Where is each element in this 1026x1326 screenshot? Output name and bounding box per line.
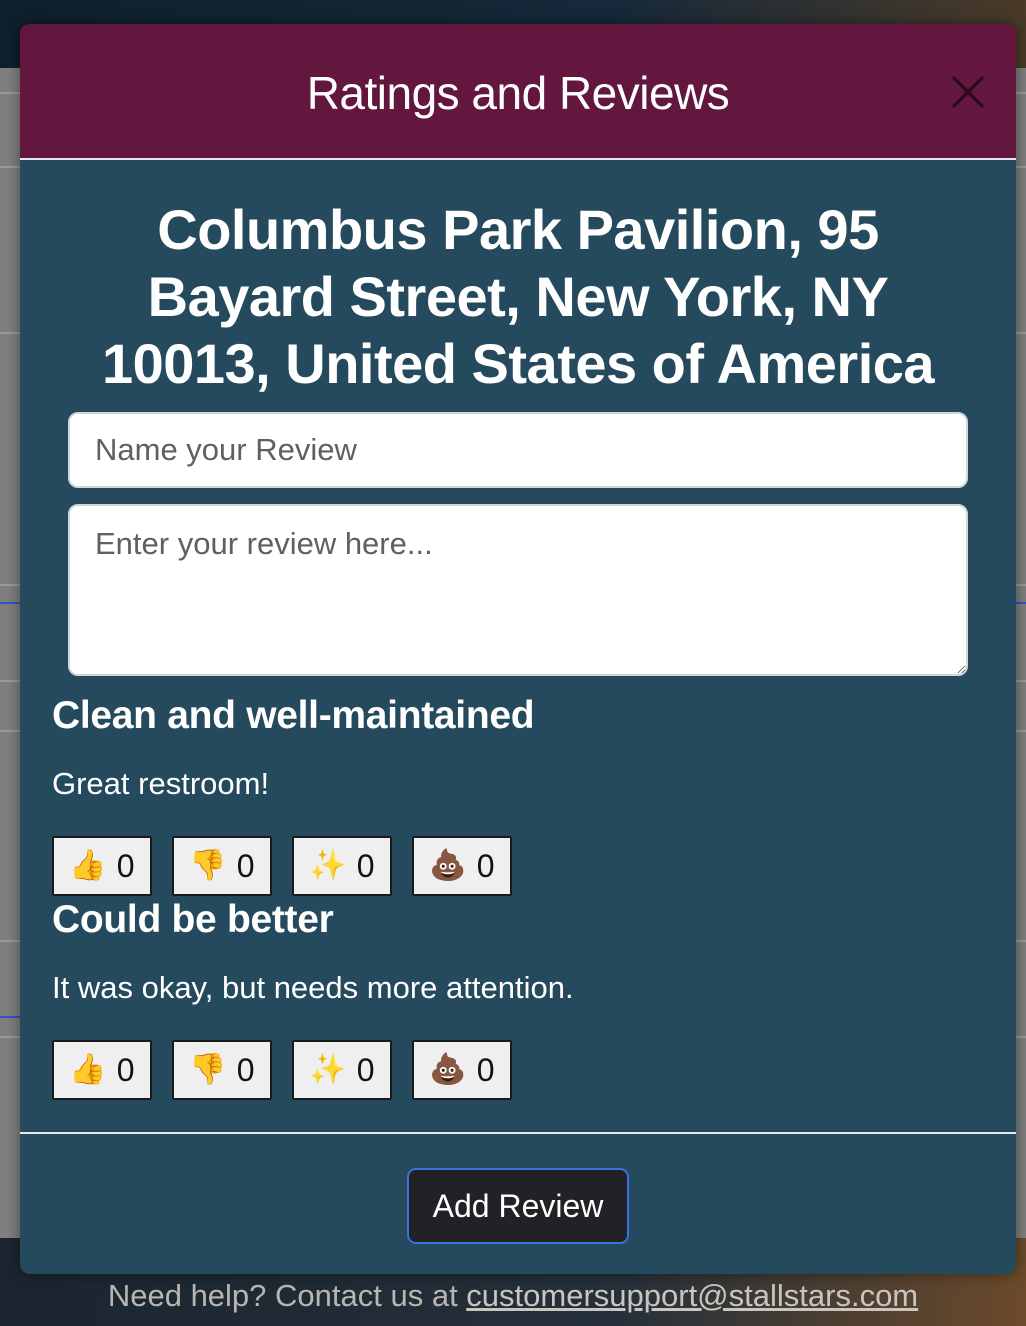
review-item: Clean and well-maintained Great restroom… (52, 694, 982, 802)
reaction-count: 0 (116, 847, 135, 884)
thumbs-down-icon: 👎 (189, 849, 227, 882)
location-title: Columbus Park Pavilion, 95 Bayard Street… (101, 198, 935, 395)
review-name-input[interactable] (68, 412, 968, 488)
sparkles-icon: ✨ (309, 1053, 347, 1086)
review-item: Could be better It was okay, but needs m… (52, 898, 982, 1006)
thumbs-up-button[interactable]: 👍 0 (52, 836, 152, 896)
thumbs-up-icon: 👍 (69, 849, 107, 882)
thumbs-down-button[interactable]: 👎 0 (172, 836, 272, 896)
review-reactions: 👍 0 👎 0 ✨ 0 💩 0 (52, 1040, 512, 1100)
thumbs-up-button[interactable]: 👍 0 (52, 1040, 152, 1100)
poop-button[interactable]: 💩 0 (412, 836, 512, 896)
thumbs-down-icon: 👎 (189, 1053, 227, 1086)
poop-icon: 💩 (429, 1053, 467, 1086)
reaction-count: 0 (116, 1051, 135, 1088)
ratings-modal: Ratings and Reviews Columbus Park Pavili… (20, 24, 1016, 1274)
reaction-count: 0 (476, 1051, 495, 1088)
reaction-count: 0 (356, 1051, 375, 1088)
poop-icon: 💩 (429, 849, 467, 882)
reaction-count: 0 (476, 847, 495, 884)
reaction-count: 0 (356, 847, 375, 884)
reaction-count: 0 (236, 847, 255, 884)
close-button[interactable] (948, 72, 988, 112)
support-email-link[interactable]: customersupport@stallstars.com (466, 1278, 918, 1313)
help-footer: Need help? Contact us at customersupport… (0, 1274, 1026, 1318)
review-reactions: 👍 0 👎 0 ✨ 0 💩 0 (52, 836, 512, 896)
modal-footer: Add Review (20, 1132, 1016, 1274)
modal-body: Columbus Park Pavilion, 95 Bayard Street… (20, 196, 1016, 397)
add-review-button[interactable]: Add Review (407, 1168, 629, 1244)
review-title: Clean and well-maintained (52, 694, 535, 737)
help-text: Need help? Contact us at (107, 1278, 467, 1313)
modal-title: Ratings and Reviews (306, 67, 730, 119)
review-text: Great restroom! (52, 766, 270, 801)
review-title: Could be better (52, 898, 334, 941)
modal-header: Ratings and Reviews (20, 24, 1016, 160)
sparkles-button[interactable]: ✨ 0 (292, 836, 392, 896)
reaction-count: 0 (236, 1051, 255, 1088)
review-text: It was okay, but needs more attention. (52, 970, 574, 1005)
thumbs-up-icon: 👍 (69, 1053, 107, 1086)
close-icon (952, 76, 984, 108)
thumbs-down-button[interactable]: 👎 0 (172, 1040, 272, 1100)
sparkles-icon: ✨ (309, 849, 347, 882)
poop-button[interactable]: 💩 0 (412, 1040, 512, 1100)
review-text-input[interactable] (68, 504, 968, 676)
sparkles-button[interactable]: ✨ 0 (292, 1040, 392, 1100)
